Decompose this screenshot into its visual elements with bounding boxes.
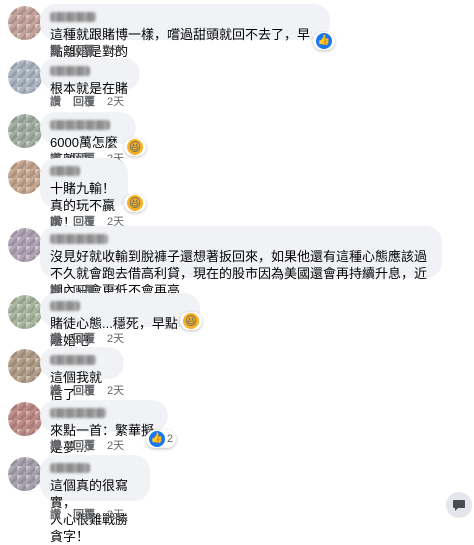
like-button[interactable]: 讚 <box>50 93 61 109</box>
comment-actions: 讚 回覆 2天 <box>50 93 124 109</box>
timestamp[interactable]: 2天 <box>107 330 124 346</box>
author-name[interactable] <box>50 166 80 176</box>
haha-reaction-icon: 😆 <box>183 313 199 329</box>
avatar[interactable] <box>8 228 42 262</box>
timestamp[interactable]: 2天 <box>107 42 124 58</box>
author-name[interactable] <box>50 355 96 365</box>
comment-bubble: 這種就跟賭博一樣，嚐過甜頭就回不去了，早點離婚是對的 <box>40 4 330 59</box>
author-name[interactable] <box>50 234 108 244</box>
like-reaction-icon: 👍 <box>316 33 332 49</box>
avatar[interactable] <box>8 295 42 329</box>
haha-reaction-icon: 😆 <box>127 195 143 211</box>
avatar[interactable] <box>8 457 42 491</box>
timestamp[interactable]: 2天 <box>107 382 124 398</box>
avatar[interactable] <box>8 160 42 194</box>
like-button[interactable]: 讚 <box>50 42 61 58</box>
comment-bubble: 十賭九輸！ 真的玩不贏啦！ <box>40 158 128 230</box>
comment-actions: 讚 回覆 2天 <box>50 382 124 398</box>
reply-button[interactable]: 回覆 <box>73 330 95 346</box>
chat-glyph <box>453 500 465 511</box>
comment-bubble: 賭徒心態...穩死，早點離婚吧 <box>40 293 200 348</box>
comment-bubble: 沒見好就收輸到脫褲子還想著扳回來，如果他還有這種心態應該過不久就會跑去借高利貸，… <box>40 226 442 298</box>
author-name[interactable] <box>50 66 90 76</box>
comment-actions: 讚 回覆 2天 <box>50 330 124 346</box>
reaction-badge[interactable]: 😆 <box>180 312 202 330</box>
comment-bubble: 根本就是在賭 <box>40 58 140 96</box>
timestamp[interactable]: 2天 <box>107 93 124 109</box>
author-name[interactable] <box>50 463 90 473</box>
reaction-badge[interactable]: 👍 <box>313 32 335 50</box>
comment-bubble: 這個真的很寫實， 人心很難戰勝貪字！ <box>40 455 150 544</box>
reply-button[interactable]: 回覆 <box>73 382 95 398</box>
reply-button[interactable]: 回覆 <box>73 93 95 109</box>
timestamp[interactable]: 2天 <box>107 437 124 453</box>
comment-bubble: 來點一首：繁華擬是夢... <box>40 400 168 455</box>
reaction-badge[interactable]: 👍 2 <box>146 430 177 448</box>
author-name[interactable] <box>50 408 106 418</box>
author-name[interactable] <box>50 301 80 311</box>
avatar[interactable] <box>8 60 42 94</box>
like-button[interactable]: 讚 <box>50 437 61 453</box>
author-name[interactable] <box>50 120 110 130</box>
reaction-badge[interactable]: 😆 <box>124 138 146 156</box>
comment-bubble: 這個我就信了 <box>40 347 124 402</box>
haha-reaction-icon: 😆 <box>127 139 143 155</box>
reply-button[interactable]: 回覆 <box>73 42 95 58</box>
like-button[interactable]: 讚 <box>50 330 61 346</box>
avatar[interactable] <box>8 6 42 40</box>
reaction-badge[interactable]: 😆 <box>124 194 146 212</box>
like-button[interactable]: 讚 <box>50 382 61 398</box>
comment-bubble: 6000萬怎麼不離婚 <box>40 112 136 167</box>
reaction-count: 2 <box>167 433 174 445</box>
comment-actions: 讚 回覆 2天 <box>50 437 124 453</box>
chat-bubble-icon[interactable] <box>446 492 472 518</box>
avatar[interactable] <box>8 114 42 148</box>
avatar[interactable] <box>8 402 42 436</box>
comment-actions: 讚 回覆 2天 <box>50 42 124 58</box>
reply-button[interactable]: 回覆 <box>73 437 95 453</box>
avatar[interactable] <box>8 349 42 383</box>
author-name[interactable] <box>50 12 96 22</box>
like-reaction-icon: 👍 <box>149 431 165 447</box>
